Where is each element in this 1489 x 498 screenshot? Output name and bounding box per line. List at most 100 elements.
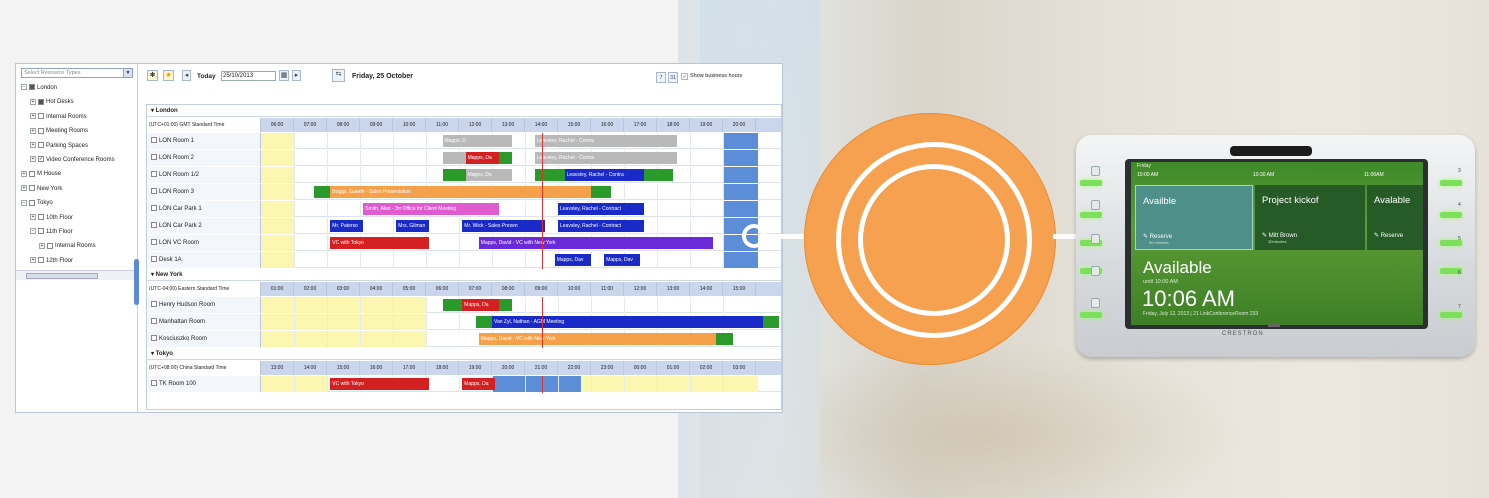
resource-checkbox[interactable] <box>151 137 157 144</box>
booking[interactable] <box>498 152 512 164</box>
booking[interactable]: Mr. Wick - Sales Presen <box>462 220 545 232</box>
booking[interactable] <box>313 186 331 198</box>
tree-checkbox[interactable] <box>38 113 44 120</box>
booking[interactable]: Mapps, Da <box>462 299 499 311</box>
date-input[interactable]: 25/10/2013 <box>221 71 276 81</box>
booking[interactable] <box>475 316 492 328</box>
resource-checkbox[interactable] <box>151 188 157 195</box>
tree-checkbox[interactable] <box>29 199 35 206</box>
tree-node[interactable]: + M House <box>21 168 61 180</box>
booking[interactable] <box>534 169 565 181</box>
booking-tile[interactable]: Availble ✎ Reserve 50 minutes <box>1135 185 1253 250</box>
tree-checkbox[interactable] <box>38 98 44 105</box>
expand-toggle-icon[interactable]: − <box>30 228 36 235</box>
resource-label[interactable]: LON Room 1/2 <box>147 167 261 183</box>
booking[interactable]: Leavsley, Rachel - Contract <box>558 203 644 215</box>
booking[interactable]: Leavsley, Rachel - Contra <box>534 135 677 147</box>
expand-toggle-icon[interactable]: + <box>30 257 36 264</box>
tree-checkbox[interactable] <box>38 228 44 235</box>
tree-node[interactable]: − Tokyo <box>21 197 53 209</box>
tree-node[interactable]: + Parking Spaces <box>30 140 88 152</box>
resource-checkbox[interactable] <box>151 380 157 387</box>
booking[interactable]: Mapps, Dav <box>554 254 591 266</box>
booking[interactable]: Boggs, Gareth - Sales Presentation <box>330 186 591 198</box>
side-button-icon[interactable] <box>1091 298 1100 308</box>
chevron-down-icon[interactable]: ▼ <box>123 69 132 77</box>
booking[interactable] <box>643 169 674 181</box>
booking[interactable]: Mapps, Dav <box>604 254 641 266</box>
resource-label[interactable]: TK Room 100 <box>147 376 261 392</box>
resource-checkbox[interactable] <box>151 318 157 325</box>
section-header-new-york[interactable]: ▾ New York <box>147 269 781 281</box>
booking[interactable]: VC with Tokyo <box>330 378 430 390</box>
tree-checkbox[interactable] <box>29 170 35 177</box>
side-button-icon[interactable] <box>1091 266 1100 276</box>
resource-checkbox[interactable] <box>151 239 157 246</box>
tile-action[interactable]: ✎ Mitt Brown <box>1262 232 1297 239</box>
booking[interactable] <box>591 186 611 198</box>
resource-label[interactable]: LON Room 1 <box>147 133 261 149</box>
resource-label[interactable]: Kosciuszko Room <box>147 331 261 347</box>
tree-node[interactable]: + Internal Rooms <box>30 111 87 123</box>
booking[interactable]: Mr. Paterso <box>330 220 364 232</box>
booking[interactable] <box>762 316 780 328</box>
resource-label[interactable]: LON Room 3 <box>147 184 261 200</box>
tree-node[interactable]: + Internal Rooms <box>39 240 96 252</box>
tree-checkbox[interactable] <box>29 185 35 192</box>
expand-toggle-icon[interactable]: + <box>21 185 27 192</box>
booking[interactable]: Van Zyl, Nathan - AGM Meeting <box>492 316 763 328</box>
expand-toggle-icon[interactable]: + <box>21 170 27 177</box>
calendar-icon[interactable]: ▦ <box>279 70 289 81</box>
booking[interactable] <box>442 152 466 164</box>
booking[interactable]: Mapps, Da <box>465 169 512 181</box>
resource-checkbox[interactable] <box>151 171 157 178</box>
booking[interactable] <box>442 299 463 311</box>
business-hours-checkbox[interactable]: ✓ <box>681 73 688 80</box>
expand-toggle-icon[interactable]: + <box>30 113 36 120</box>
booking-tile[interactable]: Avalable ✎ Reserve <box>1367 185 1423 250</box>
favourite-star-icon[interactable]: ★ <box>163 70 174 81</box>
tile-action[interactable]: ✎ Reserve <box>1143 233 1172 240</box>
panel-splitter-handle[interactable] <box>134 259 139 305</box>
tree-checkbox[interactable] <box>38 142 44 149</box>
booking[interactable]: Mapps, Da <box>465 152 499 164</box>
booking[interactable]: Mapps, David - VC with New York <box>478 237 714 249</box>
tree-node[interactable]: +10th Floor <box>30 212 73 224</box>
tree-node[interactable]: + Meeting Rooms <box>30 125 88 137</box>
booking[interactable]: Smith, Alan - 3rr Office for Client Meet… <box>363 203 499 215</box>
resource-label[interactable]: LON Car Park 2 <box>147 218 261 234</box>
expand-toggle-icon[interactable]: + <box>30 156 36 163</box>
next-day-button[interactable]: ▸ <box>292 70 301 81</box>
tree-checkbox[interactable] <box>47 242 53 249</box>
tree-checkbox[interactable] <box>38 257 44 264</box>
side-button-icon[interactable] <box>1091 234 1100 244</box>
booking-tile[interactable]: Project kickof ✎ Mitt Brown 30minutes <box>1255 185 1365 250</box>
expand-toggle-icon[interactable]: + <box>30 98 36 105</box>
resource-checkbox[interactable] <box>151 205 157 212</box>
booking[interactable] <box>498 299 512 311</box>
section-header-tokyo[interactable]: ▾ Tokyo <box>147 348 781 360</box>
booking[interactable]: Mrs. Gilman <box>396 220 430 232</box>
tile-action[interactable]: ✎ Reserve <box>1374 232 1403 239</box>
booking[interactable] <box>716 333 733 345</box>
section-header-london[interactable]: ▾ London <box>147 105 781 117</box>
booking[interactable]: Leavsley, Rachel - Contra <box>534 152 677 164</box>
booking[interactable]: Mapps, David - VC with New York <box>478 333 717 345</box>
scrollbar-thumb[interactable] <box>26 273 98 279</box>
tree-node[interactable]: − 11th Floor <box>30 226 73 238</box>
today-button[interactable]: Today <box>197 73 216 80</box>
booking[interactable]: Leavsley, Rachel - Contra <box>564 169 644 181</box>
prev-day-button[interactable]: ◂ <box>182 70 191 81</box>
booking[interactable]: Leavsley, Rachel - Contract <box>558 220 644 232</box>
booking[interactable]: Mapps, D <box>442 135 512 147</box>
resource-checkbox[interactable] <box>151 222 157 229</box>
resource-checkbox[interactable] <box>151 301 157 308</box>
new-booking-icon[interactable]: ✱ <box>147 70 158 81</box>
resource-label[interactable]: Henry Hudson Room <box>147 297 261 313</box>
month-view-icon[interactable]: 31 <box>668 72 678 83</box>
tree-node[interactable]: + Hot Desks <box>30 96 74 108</box>
expand-toggle-icon[interactable]: − <box>21 199 27 206</box>
resource-label[interactable]: Manhattan Room <box>147 314 261 330</box>
resource-label[interactable]: LON VC Room <box>147 235 261 251</box>
resource-label[interactable]: LON Room 2 <box>147 150 261 166</box>
